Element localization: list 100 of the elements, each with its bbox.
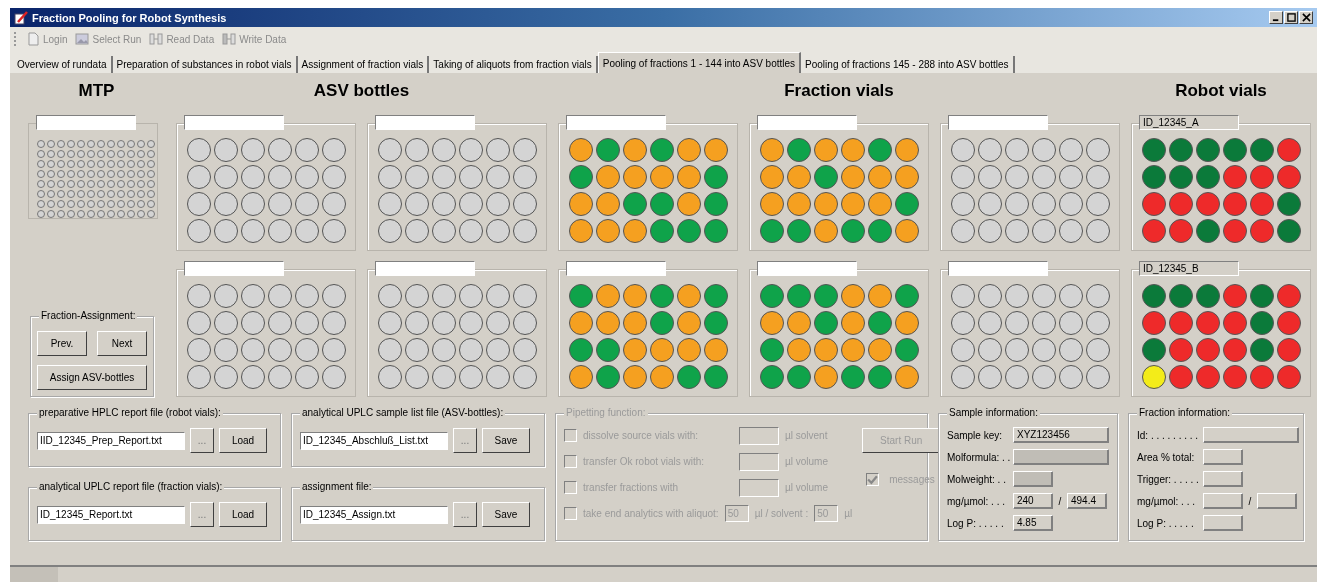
well-circle[interactable] bbox=[294, 338, 319, 362]
well-circle[interactable] bbox=[321, 165, 346, 189]
value-field[interactable] bbox=[1203, 515, 1243, 531]
well-circle[interactable] bbox=[1168, 311, 1193, 335]
well-circle[interactable] bbox=[622, 284, 647, 308]
value-field[interactable]: XYZ123456 bbox=[1013, 427, 1109, 443]
well-circle[interactable] bbox=[267, 192, 292, 216]
text-field[interactable] bbox=[375, 115, 475, 130]
well-circle[interactable] bbox=[1058, 365, 1083, 389]
well-circle[interactable] bbox=[867, 138, 892, 162]
value-field[interactable] bbox=[1203, 471, 1243, 487]
well-circle[interactable] bbox=[485, 338, 510, 362]
well-circle[interactable] bbox=[840, 365, 865, 389]
well-circle[interactable] bbox=[759, 192, 784, 216]
well-circle[interactable] bbox=[1031, 365, 1056, 389]
text-field[interactable] bbox=[757, 261, 857, 276]
well-circle[interactable] bbox=[595, 219, 620, 243]
file-path-field[interactable]: ID_12345_Report.txt bbox=[37, 505, 185, 524]
well-circle[interactable] bbox=[622, 365, 647, 389]
next-button[interactable]: Next bbox=[97, 331, 147, 356]
well-circle[interactable] bbox=[294, 138, 319, 162]
well-circle[interactable] bbox=[950, 365, 975, 389]
well-circle[interactable] bbox=[186, 284, 211, 308]
well-circle[interactable] bbox=[485, 311, 510, 335]
well-circle[interactable] bbox=[676, 192, 701, 216]
well-circle[interactable] bbox=[458, 138, 483, 162]
well-circle[interactable] bbox=[186, 311, 211, 335]
well-circle[interactable] bbox=[1276, 165, 1301, 189]
well-circle[interactable] bbox=[458, 311, 483, 335]
well-circle[interactable] bbox=[1249, 338, 1274, 362]
well-circle[interactable] bbox=[759, 365, 784, 389]
well-circle[interactable] bbox=[622, 219, 647, 243]
well-circle[interactable] bbox=[1249, 365, 1274, 389]
well-circle[interactable] bbox=[240, 338, 265, 362]
well-circle[interactable] bbox=[703, 192, 728, 216]
assign-button[interactable]: Assign ASV-bottles bbox=[37, 365, 147, 390]
well-circle[interactable] bbox=[240, 165, 265, 189]
well-circle[interactable] bbox=[213, 284, 238, 308]
well-circle[interactable] bbox=[649, 338, 674, 362]
well-circle[interactable] bbox=[458, 192, 483, 216]
well-circle[interactable] bbox=[240, 365, 265, 389]
well-circle[interactable] bbox=[1031, 311, 1056, 335]
well-circle[interactable] bbox=[950, 284, 975, 308]
well-circle[interactable] bbox=[595, 192, 620, 216]
well-circle[interactable] bbox=[813, 311, 838, 335]
well-circle[interactable] bbox=[894, 138, 919, 162]
well-circle[interactable] bbox=[240, 284, 265, 308]
well-circle[interactable] bbox=[840, 219, 865, 243]
well-circle[interactable] bbox=[267, 311, 292, 335]
well-circle[interactable] bbox=[1004, 138, 1029, 162]
well-circle[interactable] bbox=[759, 138, 784, 162]
well-circle[interactable] bbox=[786, 365, 811, 389]
well-circle[interactable] bbox=[213, 338, 238, 362]
well-circle[interactable] bbox=[595, 165, 620, 189]
well-circle[interactable] bbox=[703, 338, 728, 362]
well-circle[interactable] bbox=[485, 165, 510, 189]
well-circle[interactable] bbox=[1004, 338, 1029, 362]
well-circle[interactable] bbox=[240, 138, 265, 162]
well-circle[interactable] bbox=[950, 165, 975, 189]
well-circle[interactable] bbox=[1276, 192, 1301, 216]
well-circle[interactable] bbox=[1195, 365, 1220, 389]
well-circle[interactable] bbox=[294, 284, 319, 308]
well-circle[interactable] bbox=[458, 338, 483, 362]
well-circle[interactable] bbox=[1168, 365, 1193, 389]
well-circle[interactable] bbox=[1276, 311, 1301, 335]
file-path-field[interactable]: ID_12345_Abschluß_List.txt bbox=[300, 431, 448, 450]
well-circle[interactable] bbox=[894, 365, 919, 389]
well-circle[interactable] bbox=[186, 192, 211, 216]
well-circle[interactable] bbox=[1141, 284, 1166, 308]
well-circle[interactable] bbox=[321, 192, 346, 216]
well-circle[interactable] bbox=[649, 365, 674, 389]
well-circle[interactable] bbox=[377, 284, 402, 308]
minimize-button[interactable] bbox=[1269, 11, 1283, 24]
well-circle[interactable] bbox=[1004, 284, 1029, 308]
well-circle[interactable] bbox=[840, 338, 865, 362]
well-circle[interactable] bbox=[1222, 284, 1247, 308]
well-circle[interactable] bbox=[431, 192, 456, 216]
well-circle[interactable] bbox=[867, 311, 892, 335]
well-circle[interactable] bbox=[213, 165, 238, 189]
well-circle[interactable] bbox=[512, 219, 537, 243]
well-circle[interactable] bbox=[977, 165, 1002, 189]
well-circle[interactable] bbox=[1276, 338, 1301, 362]
well-circle[interactable] bbox=[294, 165, 319, 189]
well-circle[interactable] bbox=[1085, 311, 1110, 335]
value-field[interactable]: 240 bbox=[1013, 493, 1053, 509]
well-circle[interactable] bbox=[813, 192, 838, 216]
well-circle[interactable] bbox=[813, 219, 838, 243]
well-circle[interactable] bbox=[977, 365, 1002, 389]
well-circle[interactable] bbox=[676, 338, 701, 362]
well-circle[interactable] bbox=[512, 165, 537, 189]
well-circle[interactable] bbox=[1222, 138, 1247, 162]
well-circle[interactable] bbox=[431, 311, 456, 335]
well-circle[interactable] bbox=[622, 165, 647, 189]
well-circle[interactable] bbox=[321, 138, 346, 162]
well-circle[interactable] bbox=[267, 138, 292, 162]
well-circle[interactable] bbox=[977, 338, 1002, 362]
well-circle[interactable] bbox=[377, 338, 402, 362]
well-circle[interactable] bbox=[294, 192, 319, 216]
value-field[interactable] bbox=[1203, 449, 1243, 465]
well-circle[interactable] bbox=[1195, 311, 1220, 335]
